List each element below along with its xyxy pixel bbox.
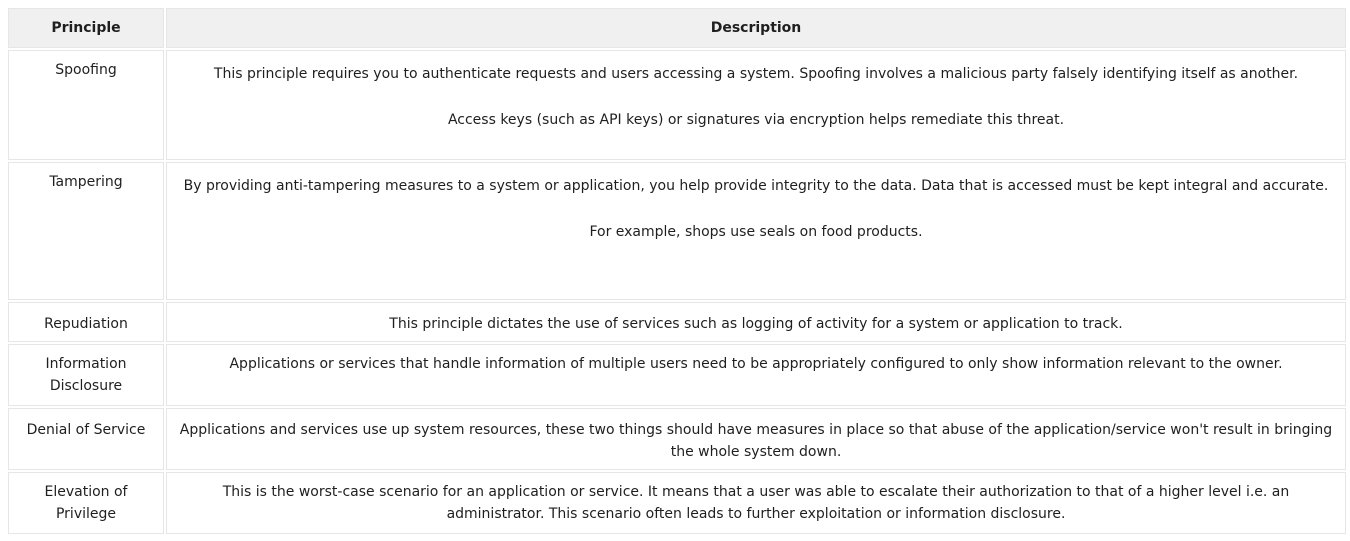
description-paragraph: This principle requires you to authentic…	[213, 66, 1299, 82]
description-paragraph: This principle dictates the use of servi…	[389, 316, 1123, 332]
table-row: Denial of Service Applications and servi…	[8, 408, 1346, 470]
description-paragraph: Applications and services use up system …	[179, 422, 1333, 460]
principle-cell: Spoofing	[8, 50, 164, 160]
stride-table: Principle Description Spoofing This prin…	[6, 6, 1348, 536]
description-cell: Applications and services use up system …	[166, 408, 1346, 470]
table-row: Spoofing This principle requires you to …	[8, 50, 1346, 160]
description-paragraph: For example, shops use seals on food pro…	[589, 224, 923, 240]
description-cell: By providing anti-tampering measures to …	[166, 162, 1346, 300]
principle-header: Principle	[8, 8, 164, 48]
principle-cell: Elevation of Privilege	[8, 472, 164, 534]
principle-cell: Repudiation	[8, 302, 164, 342]
description-cell: This principle requires you to authentic…	[166, 50, 1346, 160]
principle-cell: Information Disclosure	[8, 344, 164, 406]
description-paragraph: Applications or services that handle inf…	[229, 356, 1283, 372]
description-paragraph: Access keys (such as API keys) or signat…	[447, 112, 1065, 128]
table-row: Information Disclosure Applications or s…	[8, 344, 1346, 406]
description-paragraph: By providing anti-tampering measures to …	[183, 178, 1329, 194]
table-row: Repudiation This principle dictates the …	[8, 302, 1346, 342]
description-cell: This is the worst-case scenario for an a…	[166, 472, 1346, 534]
description-cell: This principle dictates the use of servi…	[166, 302, 1346, 342]
description-paragraph: This is the worst-case scenario for an a…	[222, 484, 1290, 522]
description-header: Description	[166, 8, 1346, 48]
table-row: Tampering By providing anti-tampering me…	[8, 162, 1346, 300]
principle-cell: Tampering	[8, 162, 164, 300]
table-row: Elevation of Privilege This is the worst…	[8, 472, 1346, 534]
description-cell: Applications or services that handle inf…	[166, 344, 1346, 406]
header-row: Principle Description	[8, 8, 1346, 48]
principle-cell: Denial of Service	[8, 408, 164, 470]
